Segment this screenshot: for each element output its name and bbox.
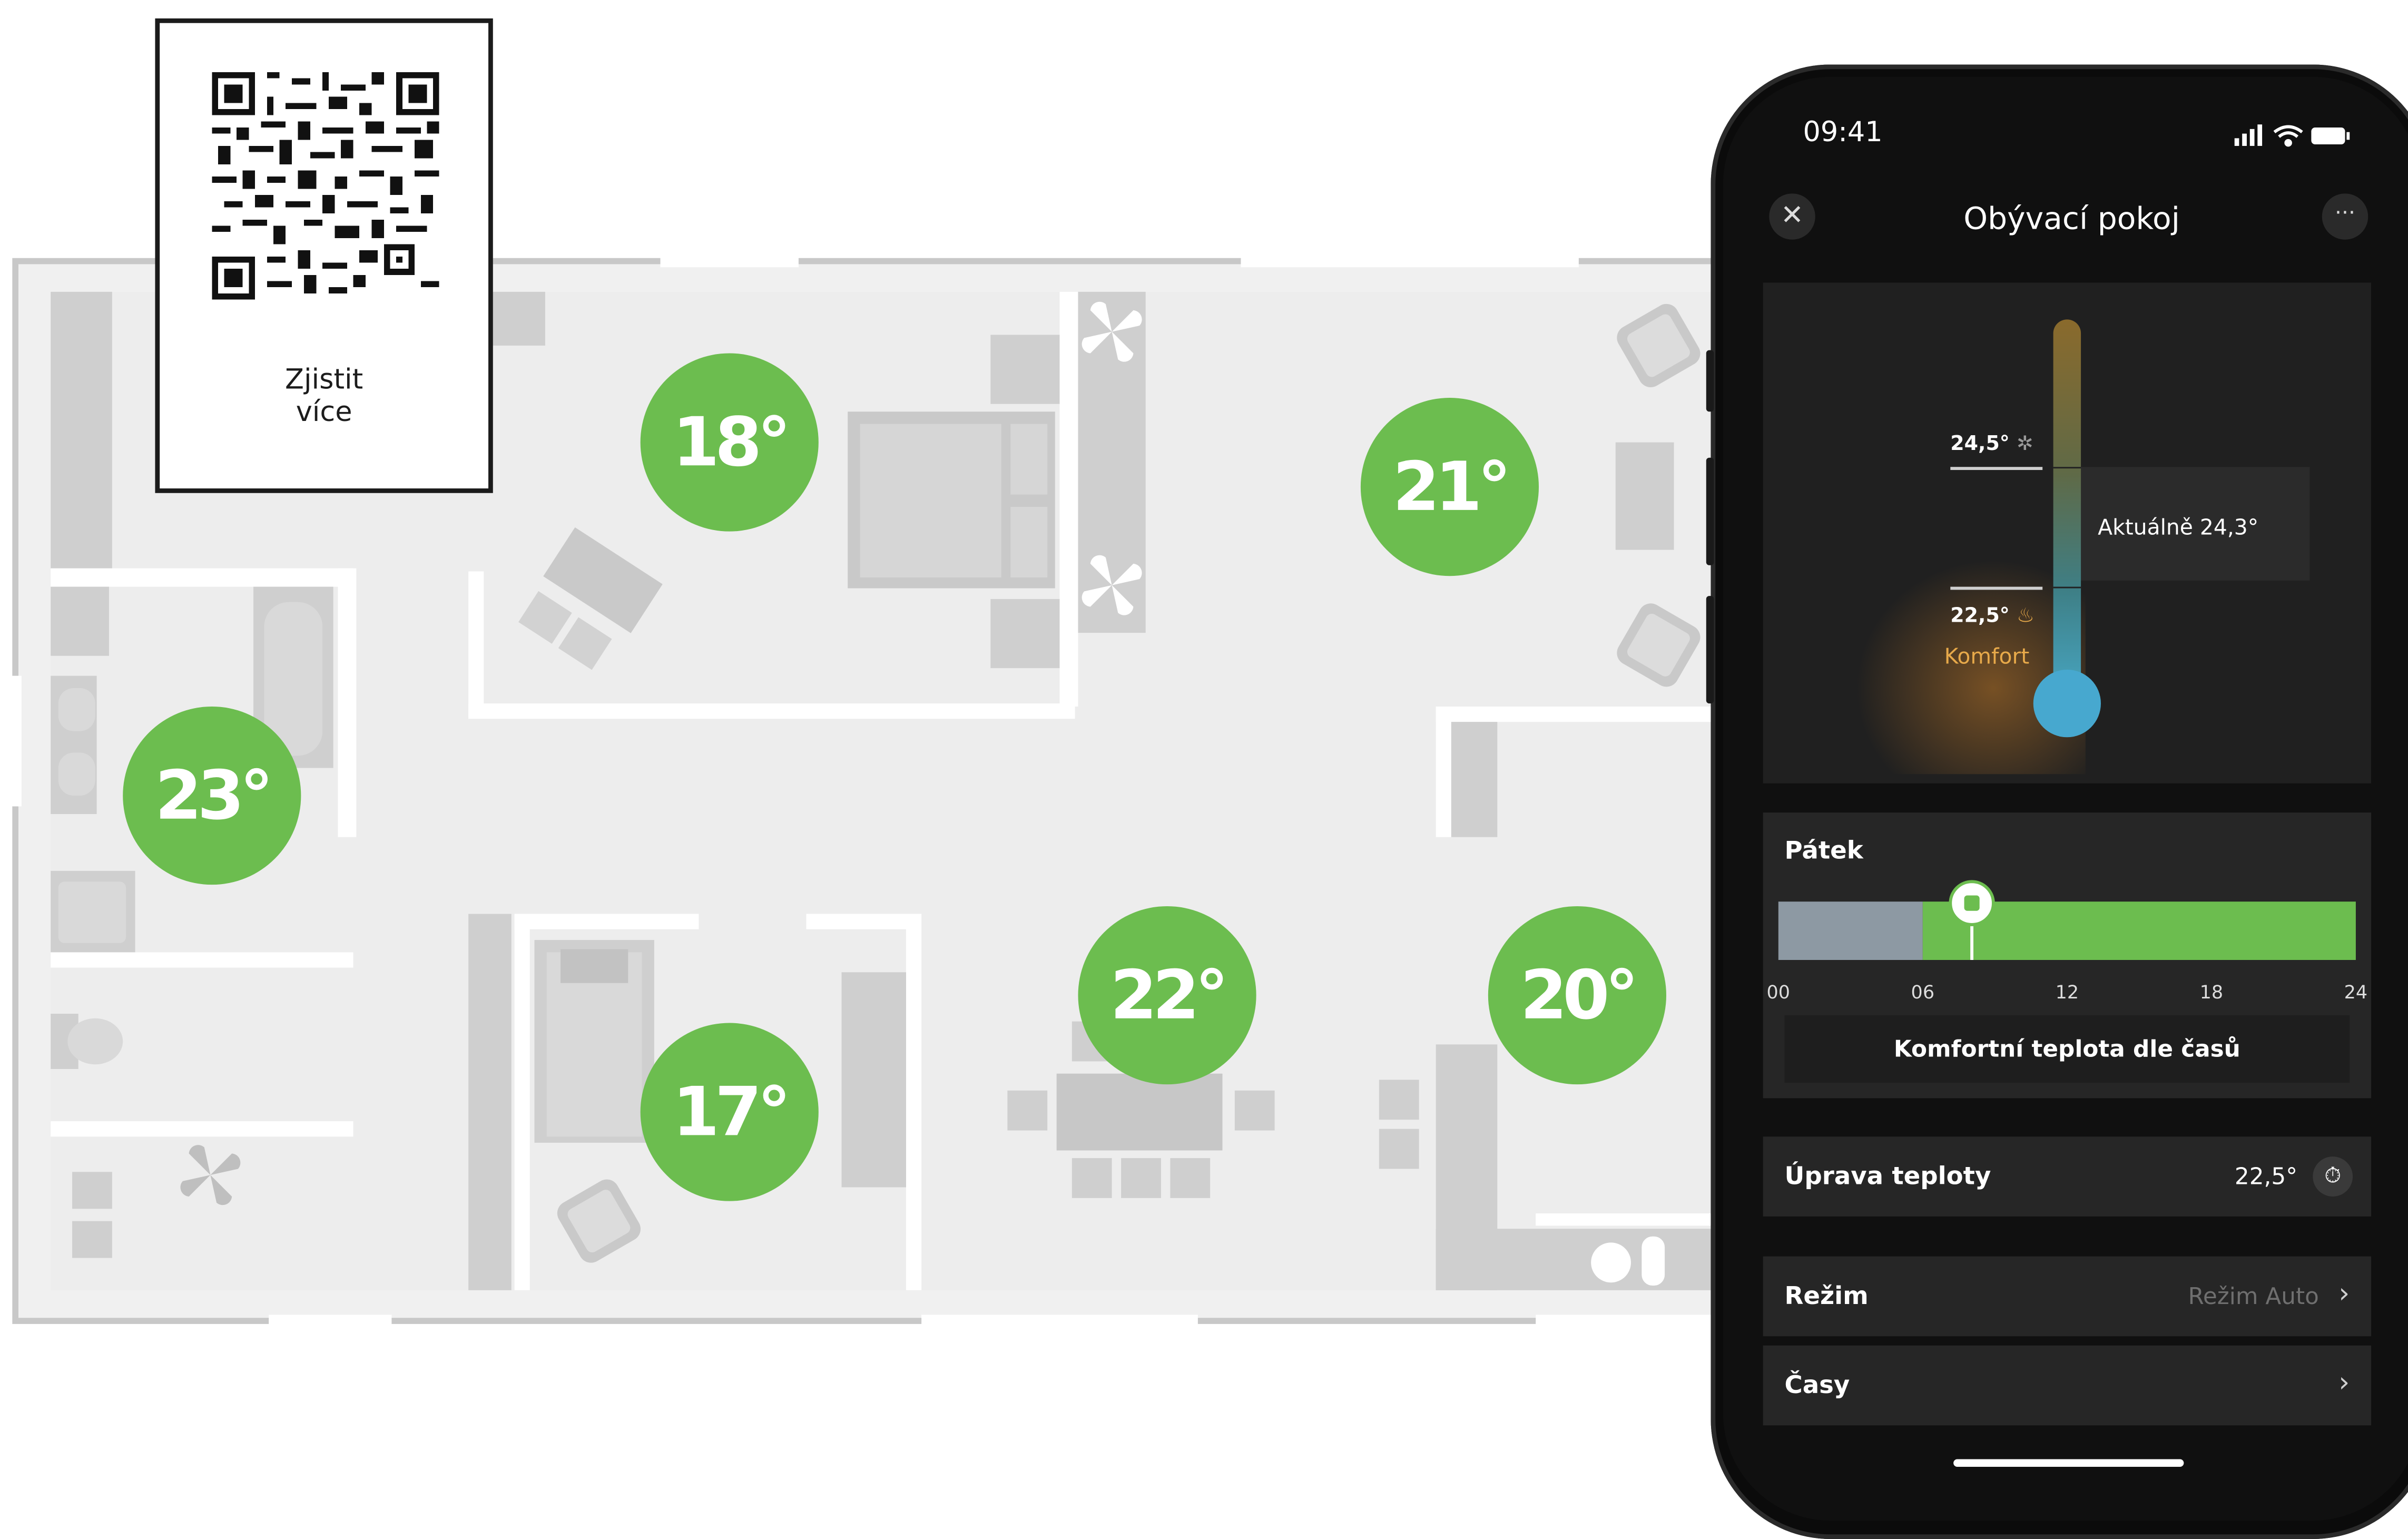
qr-card[interactable]: Zjistit více [155, 18, 493, 493]
lower-setpoint-line [1950, 586, 2043, 590]
qr-caption-line1: Zjistit [284, 364, 363, 397]
qr-caption: Zjistit více [160, 364, 488, 428]
thermometer-tube [2053, 319, 2081, 707]
upper-setpoint-value: 24,5° [1950, 433, 2010, 456]
thermostat-panel: 24,5° ✲ 22,5° ♨ Komfort Aktuálně 24,3° [1763, 282, 2372, 783]
schedule-marker-line [1970, 926, 1974, 960]
qr-caption-line2: více [296, 396, 352, 429]
times-row[interactable]: Časy › [1763, 1345, 2372, 1426]
close-button[interactable]: ✕ [1769, 193, 1815, 240]
tube-mark-upper [2053, 467, 2081, 469]
mode-row[interactable]: Režim Režim Auto › [1763, 1256, 2372, 1337]
schedule-marker[interactable] [1949, 880, 1995, 926]
tube-mark-lower [2053, 586, 2081, 589]
phone-screen: 09:41 ✕ Obývací pokoj ··· 24,5° ✲ 22,5° … [1723, 76, 2408, 1521]
status-time: 09:41 [1803, 116, 1883, 149]
adjust-temperature-label: Úprava teploty [1784, 1161, 1991, 1191]
schedule-hours: 00 06 12 18 24 [1763, 982, 2371, 1006]
close-icon: ✕ [1781, 199, 1804, 232]
hour-tick-label: 12 [2055, 981, 2079, 1003]
phone-side-button [1706, 350, 1714, 412]
adjust-temperature-value: 22,5° [2234, 1162, 2298, 1191]
mode-label: Režim [1784, 1281, 1869, 1310]
schedule-day: Pátek [1784, 835, 1863, 865]
comfort-schedule-button[interactable]: Komfortní teplota dle časů [1784, 1015, 2350, 1083]
hour-tick-label: 06 [1911, 981, 1935, 1003]
temp-badge-dining[interactable]: 22° [1078, 906, 1256, 1085]
more-options-button[interactable]: ··· [2322, 193, 2368, 240]
snowflake-icon: ✲ [2016, 433, 2033, 456]
temp-badge-kitchen[interactable]: 20° [1488, 906, 1666, 1085]
schedule-off-period[interactable] [1778, 901, 1923, 960]
temp-badge-hall[interactable]: 21° [1360, 398, 1539, 576]
flame-icon: ♨ [2016, 605, 2034, 629]
times-label: Časy [1784, 1370, 1850, 1399]
mode-value: Režim Auto [2188, 1282, 2319, 1310]
battery-icon [2311, 127, 2350, 145]
upper-setpoint-label[interactable]: 24,5° ✲ [1950, 433, 2033, 456]
chevron-right-icon: › [2338, 1278, 2350, 1310]
room-title: Obývací pokoj [1963, 199, 2180, 237]
qr-code[interactable] [212, 72, 439, 300]
lower-setpoint-value: 22,5° [1950, 605, 2010, 629]
adjust-temperature-row[interactable]: Úprava teploty 22,5° ⏱ [1763, 1136, 2372, 1217]
more-icon: ··· [2335, 201, 2355, 226]
phone-side-button [1706, 457, 1714, 565]
status-icons [2234, 124, 2350, 147]
thermometer-bulb [2033, 670, 2101, 738]
lower-setpoint-label[interactable]: 22,5° ♨ [1950, 605, 2034, 629]
chevron-right-icon: › [2338, 1367, 2350, 1399]
wifi-icon [2273, 125, 2303, 147]
temp-badge-kids-room[interactable]: 17° [640, 1023, 819, 1201]
schedule-panel: Pátek 00 06 12 18 24 Komfortní teplota d… [1763, 812, 2372, 1099]
home-indicator[interactable] [1953, 1459, 2184, 1467]
hour-tick-label: 24 [2344, 981, 2368, 1003]
hour-tick-label: 00 [1766, 981, 1791, 1003]
signal-icon [2234, 124, 2263, 146]
hour-tick-label: 18 [2199, 981, 2224, 1003]
phone-side-button [1706, 596, 1714, 704]
comfort-mode-label: Komfort [1944, 645, 2030, 670]
heating-icon [1964, 895, 1980, 911]
upper-setpoint-line [1950, 467, 2043, 470]
timer-icon[interactable]: ⏱ [2313, 1156, 2353, 1197]
current-temp-label: Aktuálně 24,3° [2098, 516, 2259, 541]
temp-badge-bedroom[interactable]: 18° [640, 353, 819, 532]
temp-badge-bathroom[interactable]: 23° [123, 706, 301, 885]
